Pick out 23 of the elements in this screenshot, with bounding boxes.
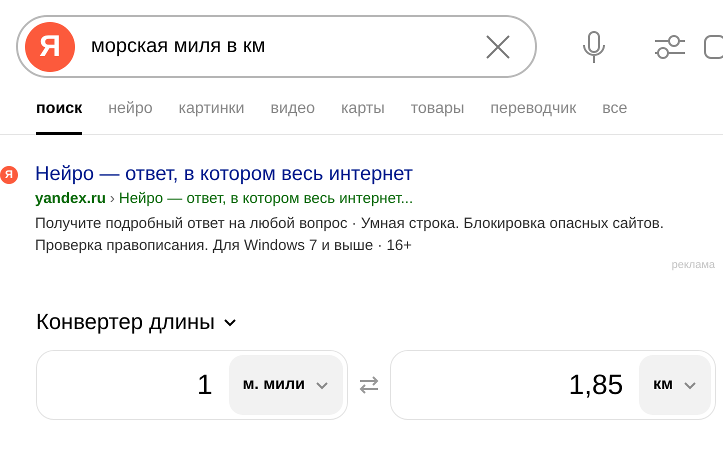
search-field[interactable]: Я морская миля в км (16, 15, 537, 78)
swap-icon[interactable] (358, 376, 380, 394)
value-input[interactable]: 1 (41, 368, 229, 402)
result-domain-link[interactable]: yandex.ru (35, 190, 106, 207)
breadcrumb-separator: › (110, 190, 115, 207)
value-field[interactable]: 1 м. мили (36, 350, 348, 420)
converter-title[interactable]: Конвертер длины (36, 309, 237, 335)
search-input[interactable]: морская миля в км (91, 26, 485, 66)
chevron-icon (222, 318, 237, 326)
ad-label: реклама (670, 259, 716, 271)
result-description: Получите подробный ответ на любой вопрос · Умная строка. Блокировка опасных сайтов. Проверка правописания. Для Windows 7 и выше · 16+ (35, 214, 665, 256)
microphone-icon[interactable] (581, 30, 607, 64)
search-tab[interactable]: поиск (36, 98, 82, 135)
chevron-icon (315, 380, 329, 390)
result-title-link[interactable]: Нейро — ответ, в котором весь интернет (35, 163, 413, 185)
value-field[interactable]: 1,85 км (390, 350, 716, 420)
unit-dropdown[interactable]: км (639, 355, 711, 415)
close-button[interactable] (485, 34, 511, 60)
result-path-link[interactable]: Нейро — ответ, в котором весь интернет... (118, 190, 414, 207)
unit-dropdown[interactable]: м. мили (228, 355, 343, 415)
value-input[interactable]: 1,85 (395, 368, 640, 402)
chevron-icon (683, 380, 697, 390)
ad-logo: Я (0, 166, 18, 184)
